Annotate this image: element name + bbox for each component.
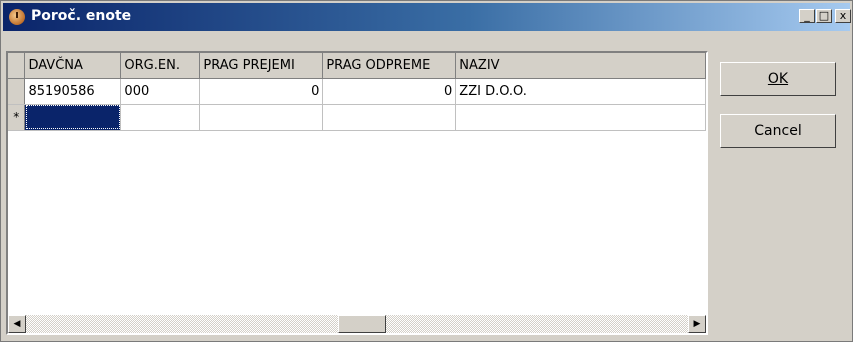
column-header-prag-prejemi[interactable]: PRAG PREJEMI [199,53,324,79]
new-cell-prag-odpreme[interactable] [322,104,457,131]
new-cell-naziv[interactable] [455,104,706,131]
scroll-right-icon[interactable]: ▶ [688,315,706,333]
scroll-left-icon[interactable]: ◀ [8,315,26,333]
minimize-button[interactable]: _ [799,9,815,23]
title-bar[interactable]: Poroč. enote _ □ x [3,3,851,31]
grid-table: DAVČNA ORG.EN. PRAG PREJEMI PRAG ODPREME… [8,53,706,131]
column-header-davcna[interactable]: DAVČNA [24,53,122,79]
column-header-org-en[interactable]: ORG.EN. [120,53,201,79]
close-button[interactable]: x [835,9,851,23]
cell-prag-prejemi[interactable]: 0 [199,78,324,105]
row-indicator-header [8,53,26,79]
window-title: Poroč. enote [31,8,132,24]
table-row[interactable]: 85190586 000 0 0 ZZI D.O.O. [8,78,706,105]
row-indicator[interactable] [8,78,26,105]
cancel-button[interactable]: Cancel [720,114,836,148]
cell-davcna[interactable]: 85190586 [24,78,122,105]
new-cell-org-en[interactable] [120,104,201,131]
maximize-button[interactable]: □ [816,9,832,23]
horizontal-scrollbar[interactable]: ◀ ▶ [8,315,706,333]
cancel-button-label: Cancel [754,123,802,139]
clock-icon [9,9,25,25]
dialog-window: Poroč. enote _ □ x DAVČNA ORG.EN. PRAG P… [0,0,853,342]
cell-org-en[interactable]: 000 [120,78,201,105]
cell-prag-odpreme[interactable]: 0 [322,78,457,105]
new-cell-prag-prejemi[interactable] [199,104,324,131]
new-row-marker[interactable]: * [8,104,26,131]
cell-naziv[interactable]: ZZI D.O.O. [455,78,706,105]
selected-cell[interactable] [24,104,122,131]
data-grid[interactable]: DAVČNA ORG.EN. PRAG PREJEMI PRAG ODPREME… [6,51,708,335]
header-row: DAVČNA ORG.EN. PRAG PREJEMI PRAG ODPREME… [8,53,706,79]
column-header-naziv[interactable]: NAZIV [455,53,706,79]
scroll-thumb[interactable] [338,315,386,333]
new-row[interactable]: * [8,104,706,131]
column-header-prag-odpreme[interactable]: PRAG ODPREME [322,53,457,79]
ok-button[interactable]: OK [720,62,836,96]
ok-button-label: OK [767,71,789,87]
